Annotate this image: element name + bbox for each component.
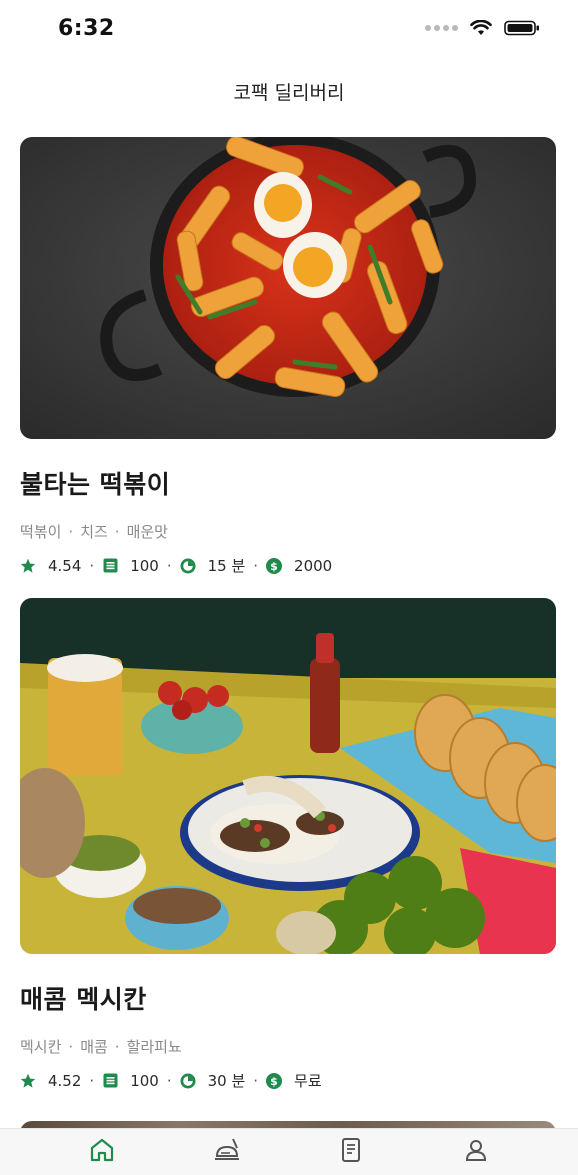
delivery-fee: $ 무료 bbox=[266, 1070, 322, 1091]
restaurant-card[interactable]: 불타는 떡볶이 떡볶이 · 치즈 · 매운맛 4.54 · 100 · 15 분… bbox=[20, 137, 556, 576]
tag: 떡볶이 bbox=[20, 523, 62, 541]
cellular-signal-icon bbox=[425, 25, 458, 31]
restaurant-tags: 떡볶이 · 치즈 · 매운맛 bbox=[20, 522, 168, 542]
tag: 멕시칸 bbox=[20, 1038, 62, 1056]
restaurant-meta: 4.52 · 100 · 30 분 · $ 무료 bbox=[20, 1070, 556, 1091]
tab-profile[interactable] bbox=[456, 1132, 496, 1172]
page-title: 코팩 딜리버리 bbox=[233, 82, 345, 104]
restaurant-photo-mexican[interactable] bbox=[20, 598, 556, 954]
dollar-coin-icon: $ bbox=[266, 1072, 283, 1089]
app-screen: 6:32 코팩 딜리버리 불타는 떡볶이 떡볶이 · 치즈 · 매운맛 4.54… bbox=[0, 0, 578, 1175]
tab-receipts[interactable] bbox=[331, 1132, 371, 1172]
tab-bar bbox=[0, 1128, 578, 1175]
food-tray-icon bbox=[213, 1136, 241, 1168]
delivery-time: 30 분 bbox=[180, 1070, 245, 1091]
battery-icon bbox=[504, 20, 540, 36]
receipt-icon bbox=[338, 1136, 364, 1168]
profile-icon bbox=[463, 1137, 489, 1167]
svg-text:$: $ bbox=[270, 1075, 278, 1088]
tag: 매운맛 bbox=[126, 523, 168, 541]
tag: 할라피뇨 bbox=[126, 1038, 182, 1056]
restaurant-card[interactable]: 매콤 멕시칸 멕시칸 · 매콤 · 할라피뇨 4.52 · 100 · 30 분… bbox=[20, 598, 556, 1091]
nav-header: 코팩 딜리버리 bbox=[0, 78, 578, 105]
status-bar: 6:32 bbox=[0, 0, 578, 62]
dollar-coin-icon: $ bbox=[266, 557, 283, 574]
delivery-fee: $ 2000 bbox=[266, 557, 332, 575]
review-count: 100 bbox=[102, 1072, 159, 1090]
tag: 치즈 bbox=[80, 523, 108, 541]
svg-text:$: $ bbox=[270, 560, 278, 573]
rating: 4.54 bbox=[20, 557, 81, 575]
clock-icon bbox=[180, 1073, 196, 1089]
list-icon bbox=[102, 1073, 118, 1089]
restaurant-feed[interactable]: 불타는 떡볶이 떡볶이 · 치즈 · 매운맛 4.54 · 100 · 15 분… bbox=[20, 137, 556, 1161]
status-indicators bbox=[425, 20, 540, 36]
tab-orders[interactable] bbox=[207, 1132, 247, 1172]
restaurant-name[interactable]: 불타는 떡볶이 bbox=[20, 465, 556, 501]
clock-icon bbox=[180, 558, 196, 574]
tag: 매콤 bbox=[80, 1038, 108, 1056]
delivery-time: 15 분 bbox=[180, 555, 245, 576]
tab-home[interactable] bbox=[82, 1132, 122, 1172]
list-icon bbox=[102, 558, 118, 574]
star-icon bbox=[20, 558, 36, 574]
star-icon bbox=[20, 1073, 36, 1089]
restaurant-photo-tteokbokki[interactable] bbox=[20, 137, 556, 439]
home-icon bbox=[89, 1137, 115, 1167]
restaurant-meta: 4.54 · 100 · 15 분 · $ 2000 bbox=[20, 555, 556, 576]
restaurant-name[interactable]: 매콤 멕시칸 bbox=[20, 980, 556, 1016]
restaurant-tags: 멕시칸 · 매콤 · 할라피뇨 bbox=[20, 1037, 182, 1057]
review-count: 100 bbox=[102, 557, 159, 575]
wifi-icon bbox=[470, 20, 492, 36]
rating: 4.52 bbox=[20, 1072, 81, 1090]
status-time: 6:32 bbox=[58, 16, 115, 41]
